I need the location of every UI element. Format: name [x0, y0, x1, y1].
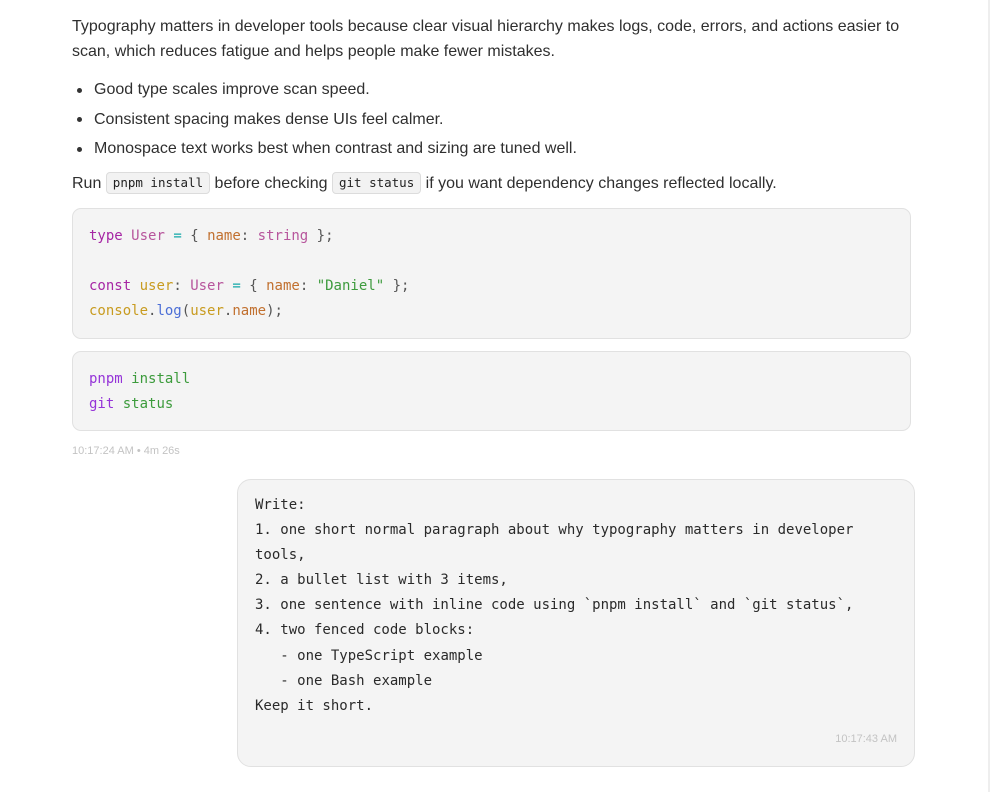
sentence-text: Run — [72, 174, 106, 192]
code-token: name — [266, 277, 300, 294]
list-item: Consistent spacing makes dense UIs feel … — [77, 105, 912, 135]
inline-code-git-status: git status — [331, 171, 422, 194]
code-token: }; — [392, 277, 410, 294]
code-token: = — [232, 277, 241, 294]
code-token: string — [257, 227, 309, 244]
code-token: }; — [316, 227, 334, 244]
code-token: console — [89, 302, 149, 319]
code-token: "Daniel" — [316, 277, 385, 294]
code-token: User — [131, 227, 165, 244]
bullet-dot-icon — [77, 146, 82, 152]
code-token: type — [89, 227, 123, 244]
list-item-text: Good type scales improve scan speed. — [94, 81, 370, 98]
sentence-text: if you want dependency changes reflected… — [421, 174, 777, 192]
code-token: { — [249, 277, 258, 294]
code-token: : — [299, 277, 309, 294]
list-item: Monospace text works best when contrast … — [77, 134, 912, 164]
assistant-paragraph: Typography matters in developer tools be… — [72, 18, 900, 60]
bullet-dot-icon — [77, 87, 82, 93]
inline-code-pnpm-install: pnpm install — [105, 171, 211, 194]
list-item-text: Monospace text works best when contrast … — [94, 140, 577, 157]
code-token: name — [207, 227, 241, 244]
bullet-list: Good type scales improve scan speed. Con… — [72, 75, 912, 164]
assistant-message: Typography matters in developer tools be… — [72, 14, 912, 458]
user-message-timestamp: 10:17:43 AM — [835, 733, 897, 745]
code-token: : — [240, 227, 250, 244]
inline-code-sentence: Run pnpm install before checking git sta… — [72, 171, 912, 196]
code-token: log — [156, 302, 182, 319]
code-token: git — [89, 395, 115, 412]
list-item: Good type scales improve scan speed. — [77, 75, 912, 105]
user-message-text: Write: 1. one short normal paragraph abo… — [255, 497, 854, 714]
list-item-text: Consistent spacing makes dense UIs feel … — [94, 110, 444, 128]
user-message-bubble: Write: 1. one short normal paragraph abo… — [237, 479, 915, 767]
bullet-dot-icon — [77, 117, 82, 122]
code-token: status — [122, 395, 174, 412]
code-token: const — [89, 277, 132, 294]
code-token: ); — [266, 302, 283, 319]
code-token: user — [190, 302, 224, 319]
code-token: install — [131, 370, 191, 387]
code-token: = — [173, 227, 182, 244]
code-token: pnpm — [89, 370, 123, 387]
code-token: { — [190, 227, 199, 244]
bash-code-block[interactable]: pnpm install git status — [72, 350, 911, 431]
code-token: : — [173, 277, 182, 294]
typescript-code-block[interactable]: type User = { name: string }; const user… — [72, 207, 911, 339]
code-token: user — [139, 277, 174, 294]
code-token: name — [232, 302, 267, 319]
assistant-timestamp: 10:17:24 AM • 4m 26s — [72, 444, 180, 457]
code-token: User — [190, 277, 224, 294]
code-token: ( — [181, 302, 191, 319]
sentence-text: before checking — [210, 174, 332, 192]
